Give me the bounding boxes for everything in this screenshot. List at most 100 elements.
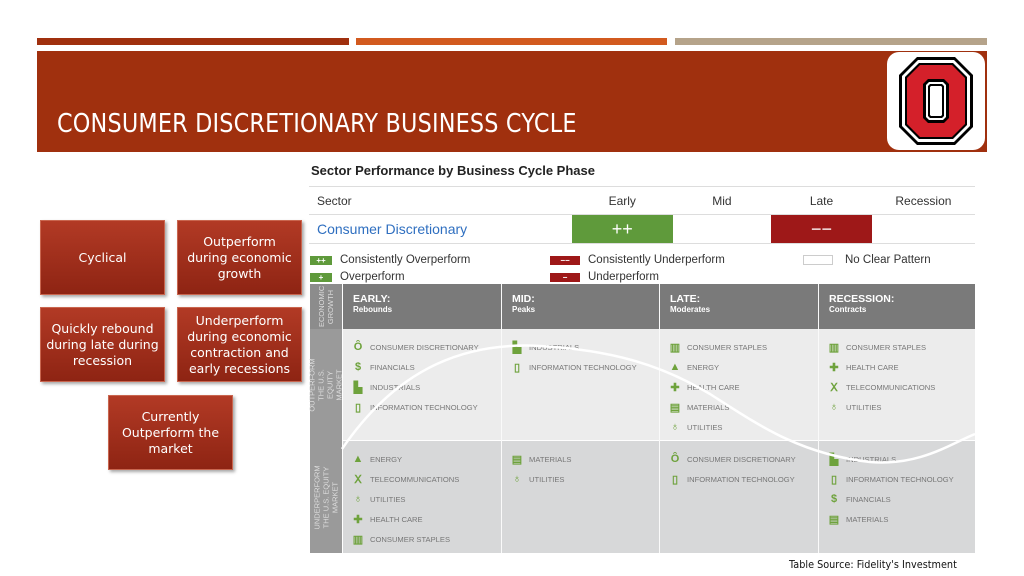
late-rating: −− — [771, 214, 872, 244]
table-source: Table Source: Fidelity's Investment — [789, 558, 957, 571]
tablet-icon: ▯ — [830, 473, 838, 486]
tablet-icon: ▯ — [513, 361, 521, 374]
column-divider — [501, 284, 502, 553]
swatch-double-plus: ++ — [310, 255, 332, 265]
sector-label: CONSUMER DISCRETIONARY — [370, 342, 479, 352]
sector-item: ▯ INFORMATION TECHNOLOGY — [351, 400, 478, 414]
side-label-outperform: OUTPERFORM THE U.S. EQUITY MARKET — [308, 329, 344, 441]
sector-label: INFORMATION TECHNOLOGY — [687, 474, 795, 484]
cart-icon: ▥ — [828, 341, 840, 354]
legend-label: Overperform — [340, 271, 405, 283]
tower-icon: Ⅹ — [354, 473, 362, 486]
sector-label: HEALTH CARE — [846, 362, 899, 372]
legend-label: Consistently Overperform — [340, 254, 471, 266]
card-underperform-contraction: Underperform during economic contraction… — [177, 307, 302, 382]
side-label-text: UNDERPERFORM THE U.S. EQUITY MARKET — [312, 464, 340, 530]
lightbulb-icon: ♁ — [670, 421, 680, 433]
mine-cart-icon: ▤ — [669, 401, 681, 414]
card-text: Cyclical — [78, 249, 127, 265]
sector-label: HEALTH CARE — [687, 382, 740, 392]
legend-label: Underperform — [588, 271, 659, 283]
sector-label: FINANCIALS — [370, 362, 415, 372]
sector-item: ♁ UTILITIES — [351, 492, 406, 506]
sector-label: HEALTH CARE — [370, 514, 423, 524]
phase-header-rebounds: EARLY: Rebounds — [343, 284, 501, 329]
sector-label: CONSUMER DISCRETIONARY — [687, 454, 796, 464]
sector-item: ▯ INFORMATION TECHNOLOGY — [827, 472, 954, 486]
phase-name: RECESSION: — [829, 293, 895, 305]
sector-item: ▲ ENERGY — [668, 360, 720, 374]
table-title: Sector Performance by Business Cycle Pha… — [311, 163, 595, 178]
sector-name: Consumer Discretionary — [309, 214, 572, 244]
swatch-minus: − — [550, 272, 580, 282]
card-text: Outperform during economic growth — [187, 233, 292, 281]
sector-item: ▤ MATERIALS — [510, 452, 572, 466]
sector-item: ▤ MATERIALS — [827, 512, 889, 526]
sector-label: UTILITIES — [687, 422, 723, 432]
sector-label: MATERIALS — [846, 514, 889, 524]
block-o-logo-icon — [887, 52, 985, 150]
header-early: Early — [571, 186, 673, 215]
header-recession: Recession — [871, 186, 975, 215]
sector-label: UTILITIES — [846, 402, 882, 412]
early-rating: ++ — [571, 214, 673, 244]
sector-label: ENERGY — [687, 362, 720, 372]
lightbulb-icon: ♁ — [353, 493, 363, 505]
sector-label: INFORMATION TECHNOLOGY — [846, 474, 954, 484]
medical-cross-icon: ✚ — [670, 381, 680, 394]
recession-rating — [871, 214, 975, 244]
sector-item: Ⅹ TELECOMMUNICATIONS — [351, 472, 459, 486]
phase-name: LATE: — [670, 293, 701, 305]
mine-cart-icon: ▤ — [511, 453, 523, 466]
accent-bar-tan — [675, 38, 987, 45]
ring-icon: Ȏ — [353, 341, 363, 353]
legend-label: No Clear Pattern — [845, 254, 931, 266]
phase-header-peaks: MID: Peaks — [502, 284, 659, 329]
sector-item: ▤ MATERIALS — [668, 400, 730, 414]
sector-item: $ FINANCIALS — [827, 492, 891, 506]
tower-icon: Ⅹ — [830, 381, 838, 394]
factory-icon: ▙ — [353, 381, 363, 394]
card-text: Underperform during economic contraction… — [187, 312, 292, 376]
legend-label: Consistently Underperform — [588, 254, 725, 266]
sector-label: FINANCIALS — [846, 494, 891, 504]
header-mid: Mid — [672, 186, 772, 215]
accent-bar-red — [37, 38, 349, 45]
factory-icon: ▙ — [512, 341, 522, 354]
side-label-underperform: UNDERPERFORM THE U.S. EQUITY MARKET — [310, 441, 342, 553]
card-currently-outperform: Currently Outperform the market — [108, 395, 233, 470]
swatch-empty — [803, 255, 833, 265]
legend-overperform: + Overperform — [310, 271, 405, 283]
sector-item: ▥ CONSUMER STAPLES — [668, 340, 767, 354]
mid-rating — [672, 214, 772, 244]
sector-item: ▲ ENERGY — [351, 452, 403, 466]
header-late: Late — [771, 186, 872, 215]
oil-rig-icon: ▲ — [352, 453, 364, 465]
sector-item: ▙ INDUSTRIALS — [827, 452, 896, 466]
sector-item: ♁ UTILITIES — [668, 420, 723, 434]
phase-subtitle: Rebounds — [353, 305, 393, 314]
oil-rig-icon: ▲ — [669, 361, 681, 373]
sector-label: CONSUMER STAPLES — [687, 342, 768, 352]
ring-icon: Ȏ — [670, 453, 680, 465]
sector-item: ▥ CONSUMER STAPLES — [827, 340, 926, 354]
tablet-icon: ▯ — [671, 473, 679, 486]
sector-label: CONSUMER STAPLES — [370, 534, 451, 544]
sector-item: ▙ INDUSTRIALS — [510, 340, 579, 354]
sector-label: MATERIALS — [687, 402, 730, 412]
card-text: Quickly rebound during late during reces… — [46, 320, 159, 368]
medical-cross-icon: ✚ — [353, 513, 363, 526]
cart-icon: ▥ — [669, 341, 681, 354]
side-label-text: OUTPERFORM THE U.S. EQUITY MARKET — [308, 358, 344, 412]
swatch-double-minus: −− — [550, 255, 580, 265]
mine-cart-icon: ▤ — [828, 513, 840, 526]
title-banner: CONSUMER DISCRETIONARY BUSINESS CYCLE — [37, 51, 987, 152]
sector-item: ▯ INFORMATION TECHNOLOGY — [510, 360, 637, 374]
sector-label: TELECOMMUNICATIONS — [846, 382, 936, 392]
sector-label: ENERGY — [370, 454, 403, 464]
phase-header-contracts: RECESSION: Contracts — [819, 284, 975, 329]
sector-label: INFORMATION TECHNOLOGY — [529, 362, 637, 372]
sector-item: ✚ HEALTH CARE — [351, 512, 423, 526]
legend-consistently-overperform: ++ Consistently Overperform — [310, 254, 470, 266]
sector-item: ▯ INFORMATION TECHNOLOGY — [668, 472, 795, 486]
